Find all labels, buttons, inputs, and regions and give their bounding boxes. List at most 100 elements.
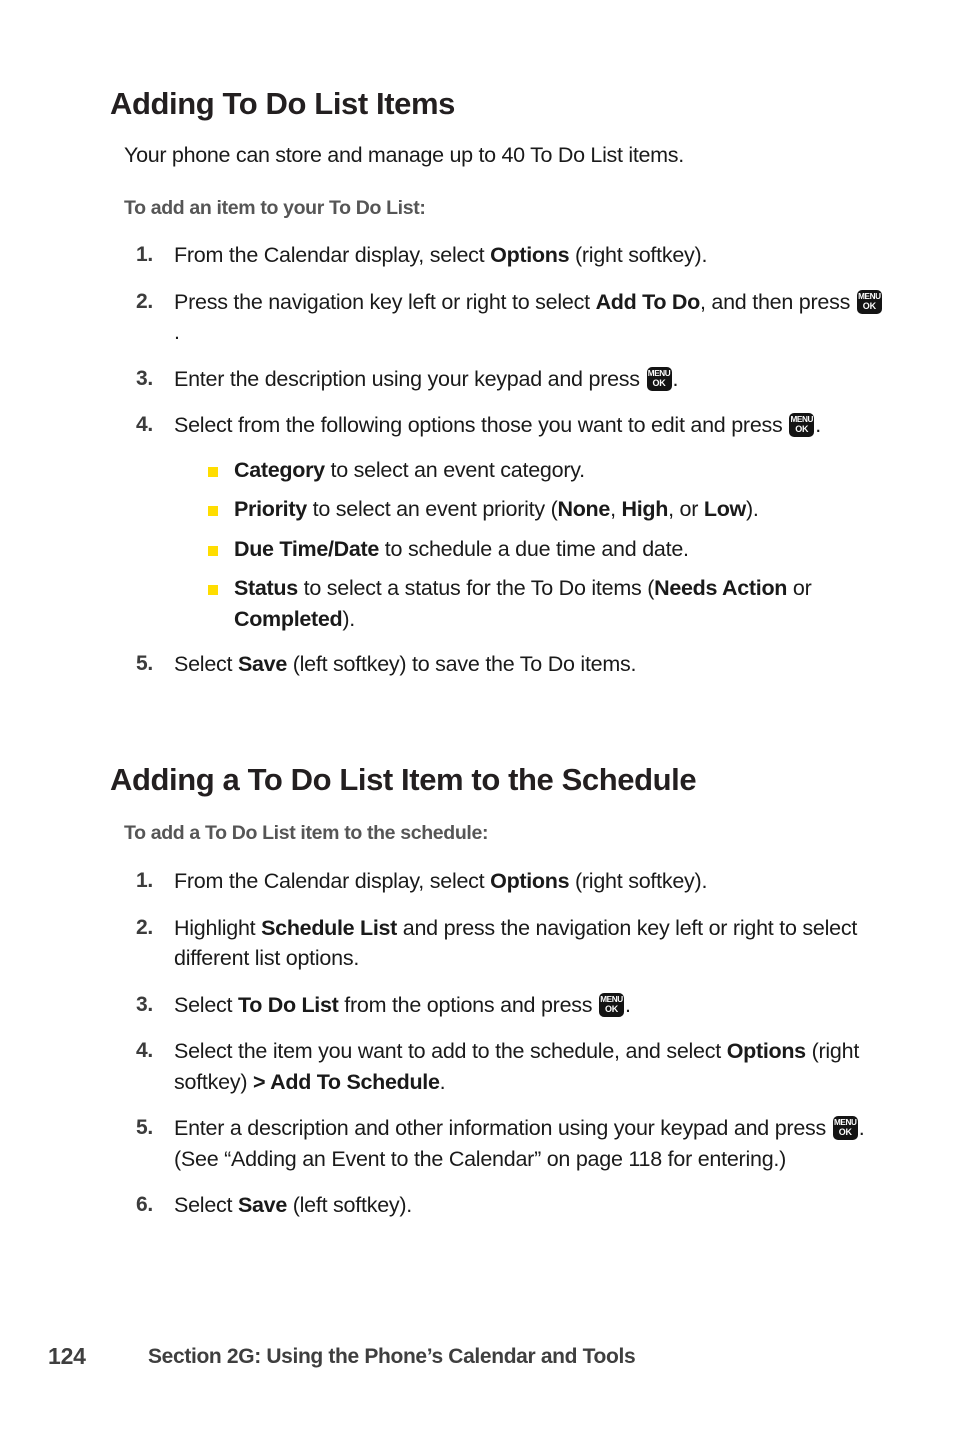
emphasized-term: Status [234,576,298,601]
body-text: Enter a description and other informatio… [174,1116,832,1141]
bullet-item: Category to select an event category. [110,455,885,486]
emphasized-term: Completed [234,606,343,631]
emphasized-term: Category [234,457,325,482]
section-1-heading-block: Adding To Do List Items [110,86,910,122]
emphasized-term: High [621,497,669,522]
menu-ok-key-icon: MENU OK [646,366,672,391]
intro-paragraph: Your phone can store and manage up to 40… [124,143,684,167]
emphasized-term: Options [726,1039,806,1064]
body-text: from the options and press [338,992,599,1017]
emphasized-term: Options [490,243,570,267]
page-footer: 124 Section 2G: Using the Phone’s Calend… [0,1343,954,1383]
step-number: 4. [136,413,154,437]
body-text: . [439,1069,446,1094]
body-text: (right softkey). [569,869,708,893]
body-text: (left softkey). [287,1193,413,1218]
document-page: Adding To Do List Items Your phone can s… [0,0,954,1431]
emphasized-term: Schedule List [261,915,398,940]
menu-ok-key-bottom-label: OK [652,377,666,388]
step-number: 1. [136,243,154,266]
step-text: Highlight Schedule List and press the na… [174,916,857,971]
step-text: From the Calendar display, select Option… [174,243,707,267]
step-number: 4. [136,1039,154,1063]
step-item: 5. Select Save (left softkey) to save the… [110,649,885,680]
ordered-steps-list-2: 1. From the Calendar display, select Opti… [110,866,885,1221]
menu-ok-key-top-label: MENU [834,1118,857,1128]
step-item: 5. Enter a description and other informat… [110,1113,885,1174]
section-1-intro-block: Your phone can store and manage up to 40… [124,142,884,170]
bullet-text: Priority to select an event priority (No… [234,497,759,521]
bullet-list-wrapper: Category to select an event category. Pri… [110,455,885,635]
square-bullet-icon [208,545,218,556]
body-text: , or [668,497,704,522]
body-text: Select [174,652,238,677]
emphasized-term: Due Time/Date [234,536,380,561]
step-item: 2. Highlight Schedule List and press the … [110,913,885,974]
step-number: 1. [136,869,154,892]
emphasized-term: Save [237,652,287,677]
body-text: Select [174,992,238,1017]
step-number: 5. [136,652,154,676]
step-text: Enter the description using your keypad … [174,366,679,391]
body-text: . [625,992,631,1017]
step-item: 3. Enter the description using your keypa… [110,364,885,395]
step-text: Press the navigation key left or right t… [174,289,883,344]
body-text: Press the navigation key left or right t… [174,289,596,314]
bullet-text: Due Time/Date to schedule a due time and… [234,537,689,561]
square-bullet-icon [208,466,218,477]
body-text: to schedule a due time and date. [379,536,689,561]
emphasized-term: To Do List [237,992,339,1017]
step-number: 6. [136,1193,154,1217]
body-text: . [672,366,679,391]
emphasized-term: > Add To Schedule [253,1069,440,1094]
body-text: From the Calendar display, select [174,243,491,267]
menu-ok-key-icon: MENU OK [832,1116,858,1141]
square-bullet-icon [208,585,218,596]
body-text: (left softkey) to save the To Do items. [287,652,637,677]
emphasized-term: Low [703,497,746,522]
bullet-item: Status to select a status for the To Do … [110,573,885,634]
ordered-steps-list-1: 1. From the Calendar display, select Opti… [110,240,885,680]
step-text: Select To Do List from the options and p… [174,992,631,1017]
menu-ok-key-top-label: MENU [858,291,881,301]
page-title-adding-to-do-list-items: Adding To Do List Items [110,86,455,121]
step-item: 1. From the Calendar display, select Opti… [110,866,885,897]
bullet-item: Priority to select an event priority (No… [110,494,885,525]
body-text: to select an event priority ( [306,497,558,522]
body-text: . [815,413,822,438]
step-text: Select from the following options those … [174,413,822,438]
step-item: 2. Press the navigation key left or right… [110,287,885,348]
page-title-adding-a-to-do-list-item-to-the-schedule: Adding a To Do List Item to the Schedule [110,762,697,797]
step-number: 5. [136,1116,154,1140]
option-bullet-list: Category to select an event category. Pri… [110,455,885,635]
step-text: Select the item you want to add to the s… [174,1039,859,1094]
step-number: 2. [136,915,154,939]
step-item: 4. Select the item you want to add to the… [110,1036,885,1097]
menu-ok-key-bottom-label: OK [838,1127,852,1138]
body-text: Enter the description using your keypad … [174,366,646,391]
bullet-item: Due Time/Date to schedule a due time and… [110,534,885,565]
emphasized-term: Priority [234,497,307,522]
step-number: 2. [136,289,154,313]
step-text: Enter a description and other informatio… [174,1116,865,1171]
body-text: Select the item you want to add to the s… [174,1039,727,1064]
body-text: to select a status for the To Do items ( [297,576,655,601]
step-text: Select Save (left softkey) to save the T… [174,652,637,677]
section-1-subheading-block: To add an item to your To Do List: [124,197,884,220]
step-item: 6. Select Save (left softkey). [110,1190,885,1221]
menu-ok-key-top-label: MENU [647,368,671,378]
step-number: 3. [136,366,154,390]
step-item: 1. From the Calendar display, select Opti… [110,240,885,271]
body-text: Select [174,1193,238,1218]
bullet-text: Category to select an event category. [234,458,585,482]
emphasized-term: Options [490,869,570,893]
body-text: , and then press [699,289,856,314]
menu-ok-key-top-label: MENU [600,994,623,1004]
step-item: 3. Select To Do List from the options and… [110,990,885,1021]
body-text: (right softkey). [569,243,708,267]
emphasized-term: Add To Do [595,289,701,314]
subheading-to-add-an-item: To add an item to your To Do List: [124,197,426,219]
body-text: Select from the following options those … [174,413,789,438]
section-2-subheading-block: To add a To Do List item to the schedule… [124,822,884,845]
menu-ok-key-top-label: MENU [790,415,814,425]
